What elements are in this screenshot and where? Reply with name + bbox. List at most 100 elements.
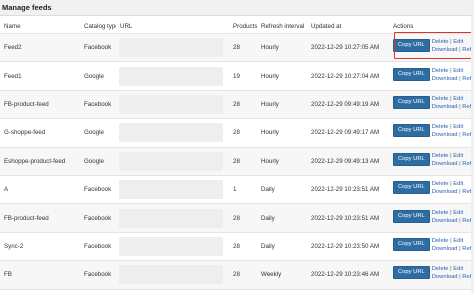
feed-actions-group: Copy URL Delete | Edit Download | Refres…: [393, 152, 474, 167]
edit-link[interactable]: Edit: [453, 39, 463, 45]
delete-link[interactable]: Delete: [432, 96, 449, 102]
feed-refresh-interval: Daily: [257, 203, 307, 233]
feed-updated-at: 2022-12-29 10:27:05 AM: [307, 33, 389, 63]
download-link[interactable]: Download: [432, 189, 458, 195]
feed-action-line-2: Download | Refresh: [432, 104, 474, 110]
copy-url-button[interactable]: Copy URL: [393, 237, 430, 251]
feed-products: 28: [229, 33, 257, 63]
edit-link[interactable]: Edit: [453, 153, 463, 159]
link-separator: |: [450, 152, 452, 159]
download-link[interactable]: Download: [432, 76, 458, 82]
feed-updated-at: 2022-12-29 10:23:51 AM: [307, 203, 389, 233]
feed-products: 1: [229, 175, 257, 205]
feeds-table: Name Catalog type URL Products Refresh i…: [0, 20, 474, 290]
delete-link[interactable]: Delete: [432, 39, 449, 45]
feed-url-redacted: [119, 123, 223, 143]
link-separator: |: [459, 47, 461, 54]
delete-link[interactable]: Delete: [432, 181, 449, 187]
edit-link[interactable]: Edit: [453, 68, 463, 74]
feed-url-redacted: [119, 180, 223, 200]
delete-link[interactable]: Delete: [432, 124, 449, 130]
delete-link[interactable]: Delete: [432, 266, 449, 272]
feed-actions-group: Copy URL Delete | Edit Download | Refres…: [393, 39, 474, 53]
feed-products: 19: [229, 61, 257, 91]
edit-link[interactable]: Edit: [453, 266, 463, 272]
copy-url-button[interactable]: Copy URL: [393, 266, 430, 280]
copy-url-button[interactable]: Copy URL: [393, 152, 430, 166]
download-link[interactable]: Download: [432, 104, 458, 110]
edit-link[interactable]: Edit: [453, 124, 463, 130]
feed-actions: Copy URL Delete | Edit Download | Refres…: [389, 147, 474, 176]
table-header-row: Name Catalog type URL Products Refresh i…: [0, 20, 474, 34]
edit-link[interactable]: Edit: [453, 210, 463, 216]
feed-action-links: Delete | Edit Download | Refresh: [432, 181, 474, 195]
copy-url-button[interactable]: Copy URL: [393, 39, 430, 53]
feed-products: 28: [229, 203, 257, 233]
column-header-catalog-type[interactable]: Catalog type: [80, 20, 116, 34]
feed-name: FB-product-feed: [0, 90, 80, 120]
download-link[interactable]: Download: [432, 47, 458, 53]
feed-name: A: [0, 175, 80, 205]
feed-catalog-type: Google: [80, 118, 116, 148]
table-row: A Facebook 1 Daily 2022-12-29 10:23:51 A…: [0, 175, 474, 205]
feed-name: G-shoppe-feed: [0, 118, 80, 148]
feed-url-redacted: [119, 94, 223, 114]
column-header-url[interactable]: URL: [116, 20, 229, 34]
delete-link[interactable]: Delete: [432, 210, 449, 216]
feed-url-redacted: [119, 265, 223, 285]
feed-action-line-2: Download | Refresh: [432, 161, 474, 167]
table-row: FB-product-feed Facebook 28 Hourly 2022-…: [0, 90, 474, 120]
download-link[interactable]: Download: [432, 132, 458, 138]
feed-updated-at: 2022-12-29 10:23:51 AM: [307, 175, 389, 205]
link-separator: |: [459, 160, 461, 167]
delete-link[interactable]: Delete: [432, 153, 449, 159]
column-header-products[interactable]: Products: [229, 20, 257, 34]
link-separator: |: [450, 124, 452, 131]
table-row: Sync-2 Facebook 28 Daily 2022-12-29 10:2…: [0, 232, 474, 262]
feed-updated-at: 2022-12-29 09:49:17 AM: [307, 118, 389, 148]
feed-url-redacted: [119, 66, 223, 86]
table-row: Feed1 Google 19 Hourly 2022-12-29 10:27:…: [0, 61, 474, 91]
page-title: Manage feeds: [2, 3, 52, 12]
copy-url-button[interactable]: Copy URL: [393, 124, 430, 138]
column-header-actions: Actions: [389, 20, 474, 34]
feed-url-cell: [116, 260, 229, 290]
download-link[interactable]: Download: [432, 218, 458, 224]
feed-name: Feed2: [0, 33, 80, 63]
download-link[interactable]: Download: [432, 246, 458, 252]
copy-url-button[interactable]: Copy URL: [393, 181, 430, 195]
column-header-updated-at[interactable]: Updated at: [307, 20, 389, 34]
delete-link[interactable]: Delete: [432, 238, 449, 244]
link-separator: |: [450, 266, 452, 273]
feed-action-links: Delete | Edit Download | Refresh: [432, 210, 474, 224]
feed-url-cell: [116, 203, 229, 233]
edit-link[interactable]: Edit: [453, 238, 463, 244]
download-link[interactable]: Download: [432, 161, 458, 167]
feed-action-line-1: Delete | Edit: [432, 266, 474, 272]
download-link[interactable]: Download: [432, 274, 458, 280]
column-header-refresh-interval[interactable]: Refresh interval: [257, 20, 307, 34]
feed-action-links: Delete | Edit Download | Refresh: [432, 96, 474, 110]
feed-action-line-1: Delete | Edit: [432, 153, 474, 159]
feed-catalog-type: Facebook: [80, 175, 116, 205]
edit-link[interactable]: Edit: [453, 181, 463, 187]
feed-refresh-interval: Daily: [257, 232, 307, 262]
feed-action-line-1: Delete | Edit: [432, 210, 474, 216]
copy-url-button[interactable]: Copy URL: [393, 95, 430, 109]
delete-link[interactable]: Delete: [432, 68, 449, 74]
table-row: Eshoppe-product-feed Google 28 Hourly 20…: [0, 147, 474, 176]
copy-url-button[interactable]: Copy URL: [393, 67, 430, 81]
feed-updated-at: 2022-12-29 09:49:19 AM: [307, 90, 389, 120]
feed-products: 28: [229, 118, 257, 148]
link-separator: |: [459, 274, 461, 281]
feed-url-cell: [116, 147, 229, 176]
feed-action-line-1: Delete | Edit: [432, 181, 474, 187]
link-separator: |: [450, 67, 452, 74]
feed-name: Sync-2: [0, 232, 80, 262]
feed-actions: Copy URL Delete | Edit Download | Refres…: [389, 232, 474, 262]
edit-link[interactable]: Edit: [453, 96, 463, 102]
column-header-name[interactable]: Name: [0, 20, 80, 34]
feed-catalog-type: Facebook: [80, 260, 116, 290]
link-separator: |: [450, 181, 452, 188]
copy-url-button[interactable]: Copy URL: [393, 209, 430, 223]
